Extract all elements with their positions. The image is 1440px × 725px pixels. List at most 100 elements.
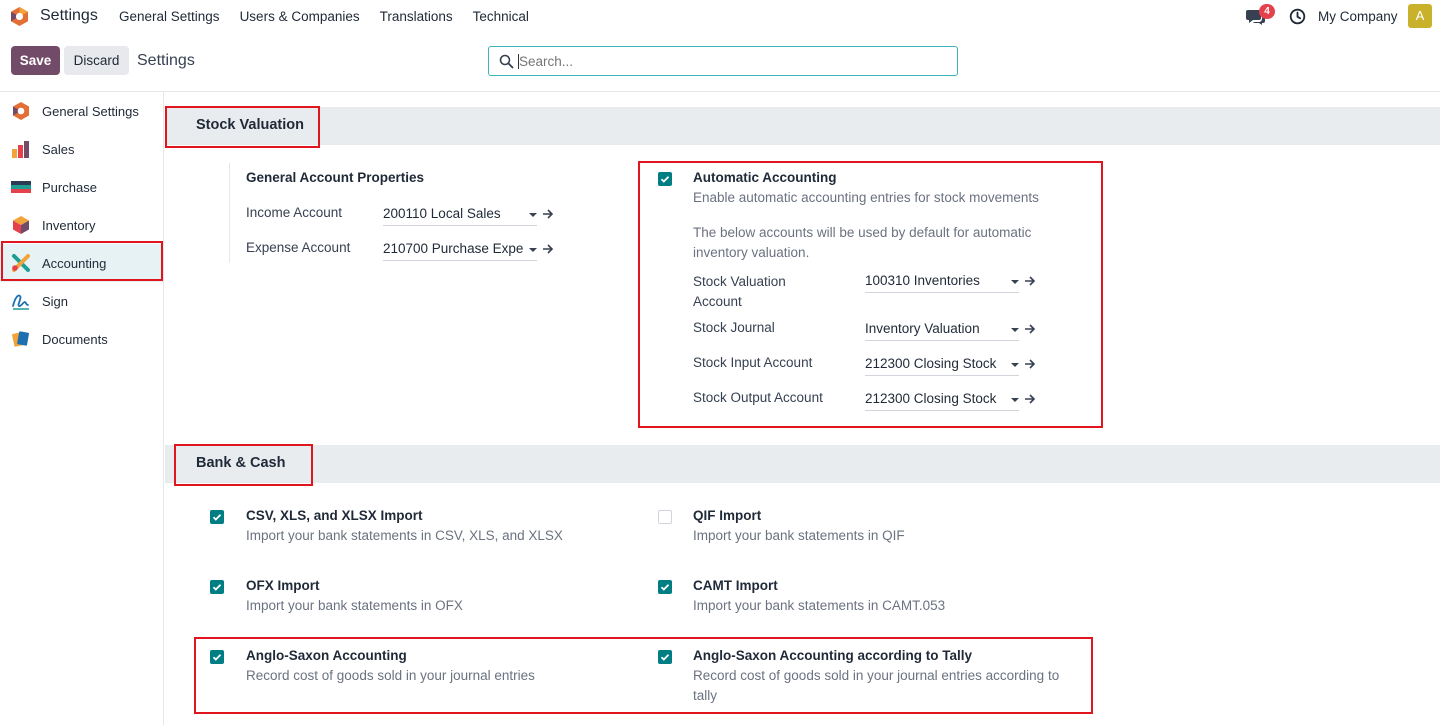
ofx-import-title: OFX Import xyxy=(246,578,320,593)
avatar[interactable]: A xyxy=(1408,4,1432,28)
setting-border xyxy=(229,163,230,263)
sidebar-item-label: General Settings xyxy=(42,103,139,119)
csv-import-title: CSV, XLS, and XLSX Import xyxy=(246,508,423,523)
stock-output-account-select[interactable]: 212300 Closing Stock xyxy=(865,391,1019,411)
csv-import-checkbox[interactable] xyxy=(210,510,224,524)
sign-app-icon xyxy=(12,294,29,310)
section-title: Bank & Cash xyxy=(196,455,286,471)
csv-import-desc: Import your bank statements in CSV, XLS,… xyxy=(246,528,563,543)
documents-app-icon xyxy=(12,331,29,347)
menu-technical[interactable]: Technical xyxy=(473,9,529,24)
anglo-saxon-tally-title: Anglo-Saxon Accounting according to Tall… xyxy=(693,648,973,663)
income-account-label: Income Account xyxy=(246,205,343,220)
income-account-value: 200110 Local Sales xyxy=(383,206,501,221)
stock-valuation-account-label: Stock Valuation Account xyxy=(693,274,786,309)
sales-app-icon xyxy=(12,141,29,158)
external-link-arrow-icon[interactable] xyxy=(542,243,554,255)
sidebar-item-accounting[interactable]: Accounting xyxy=(0,244,163,282)
expense-account-label: Expense Account xyxy=(246,240,351,255)
stock-journal-value: Inventory Valuation xyxy=(865,321,980,336)
chevron-down-icon[interactable] xyxy=(1011,398,1019,402)
save-button[interactable]: Save xyxy=(11,46,60,75)
company-switcher[interactable]: My Company xyxy=(1318,9,1398,24)
stock-journal-label: Stock Journal xyxy=(693,320,775,335)
top-navbar: Settings General Settings Users & Compan… xyxy=(0,0,1440,33)
sidebar-item-documents[interactable]: Documents xyxy=(0,320,163,358)
search-icon xyxy=(499,54,514,69)
check-icon xyxy=(212,514,222,521)
external-link-arrow-icon[interactable] xyxy=(1024,358,1036,370)
camt-import-checkbox[interactable] xyxy=(658,580,672,594)
automatic-accounting-desc: Enable automatic accounting entries for … xyxy=(693,190,1039,205)
check-icon xyxy=(212,654,222,661)
menu-translations[interactable]: Translations xyxy=(380,9,453,24)
sidebar-item-label: Purchase xyxy=(42,179,97,195)
check-icon xyxy=(660,176,670,183)
purchase-app-icon xyxy=(11,181,31,193)
sidebar-item-purchase[interactable]: Purchase xyxy=(0,168,163,206)
section-header-bank-cash: Bank & Cash xyxy=(165,445,1440,483)
main-menu: General Settings Users & Companies Trans… xyxy=(119,9,529,24)
stock-journal-select[interactable]: Inventory Valuation xyxy=(865,321,1019,341)
inventory-app-icon xyxy=(13,216,29,234)
sidebar-item-label: Documents xyxy=(42,331,108,347)
accounting-app-icon xyxy=(12,254,30,272)
discard-button[interactable]: Discard xyxy=(64,46,129,75)
page-title: Settings xyxy=(137,52,195,69)
qif-import-checkbox[interactable] xyxy=(658,510,672,524)
expense-account-select[interactable]: 210700 Purchase Expense xyxy=(383,241,537,261)
check-icon xyxy=(660,654,670,661)
chevron-down-icon[interactable] xyxy=(529,213,537,217)
expense-account-value: 210700 Purchase Expense xyxy=(383,241,523,256)
sidebar-item-label: Sales xyxy=(42,141,75,157)
sidebar-item-label: Sign xyxy=(42,293,69,309)
sidebar-item-label: Accounting xyxy=(42,255,107,271)
section-title: Stock Valuation xyxy=(196,117,304,133)
sidebar-item-sign[interactable]: Sign xyxy=(0,282,163,320)
external-link-arrow-icon[interactable] xyxy=(542,208,554,220)
odoo-logo-icon[interactable] xyxy=(9,6,30,27)
sidebar-item-general-settings[interactable]: General Settings xyxy=(0,92,163,130)
chevron-down-icon[interactable] xyxy=(1011,363,1019,367)
camt-import-title: CAMT Import xyxy=(693,578,778,593)
stock-input-account-value: 212300 Closing Stock xyxy=(865,356,997,371)
anglo-saxon-title: Anglo-Saxon Accounting xyxy=(246,648,407,663)
stock-input-account-label: Stock Input Account xyxy=(693,355,813,370)
camt-import-desc: Import your bank statements in CAMT.053 xyxy=(693,598,946,613)
app-title[interactable]: Settings xyxy=(40,7,98,25)
automatic-accounting-title: Automatic Accounting xyxy=(693,170,837,185)
chevron-down-icon[interactable] xyxy=(1011,280,1019,284)
chevron-down-icon[interactable] xyxy=(529,248,537,252)
sidebar-item-inventory[interactable]: Inventory xyxy=(0,206,163,244)
income-account-select[interactable]: 200110 Local Sales xyxy=(383,206,537,226)
external-link-arrow-icon[interactable] xyxy=(1024,275,1036,287)
settings-sidebar: General Settings Sales Purchase Inventor… xyxy=(0,92,164,725)
search-input[interactable] xyxy=(519,52,939,70)
ofx-import-checkbox[interactable] xyxy=(210,580,224,594)
stock-input-account-select[interactable]: 212300 Closing Stock xyxy=(865,356,1019,376)
automatic-accounting-checkbox[interactable] xyxy=(658,172,672,186)
stock-valuation-account-select[interactable]: 100310 Inventories xyxy=(865,273,1019,293)
anglo-saxon-tally-desc: Record cost of goods sold in your journa… xyxy=(693,668,1060,703)
sidebar-item-sales[interactable]: Sales xyxy=(0,130,163,168)
divider xyxy=(0,91,1440,92)
sidebar-item-label: Inventory xyxy=(42,217,96,233)
ofx-import-desc: Import your bank statements in OFX xyxy=(246,598,463,613)
menu-users-companies[interactable]: Users & Companies xyxy=(240,9,360,24)
anglo-saxon-checkbox[interactable] xyxy=(210,650,224,664)
qif-import-desc: Import your bank statements in QIF xyxy=(693,528,905,543)
external-link-arrow-icon[interactable] xyxy=(1024,323,1036,335)
anglo-saxon-desc: Record cost of goods sold in your journa… xyxy=(246,668,535,683)
clock-icon[interactable] xyxy=(1289,8,1306,25)
menu-general-settings[interactable]: General Settings xyxy=(119,9,220,24)
stock-output-account-label: Stock Output Account xyxy=(693,390,823,405)
stock-output-account-value: 212300 Closing Stock xyxy=(865,391,997,406)
section-header-stock-valuation: Stock Valuation xyxy=(165,107,1440,145)
anglo-saxon-tally-checkbox[interactable] xyxy=(658,650,672,664)
external-link-arrow-icon[interactable] xyxy=(1024,393,1036,405)
search-box[interactable] xyxy=(488,46,958,76)
chevron-down-icon[interactable] xyxy=(1011,328,1019,332)
check-icon xyxy=(212,584,222,591)
general-account-properties-title: General Account Properties xyxy=(246,170,425,185)
notification-badge: 4 xyxy=(1259,4,1275,19)
